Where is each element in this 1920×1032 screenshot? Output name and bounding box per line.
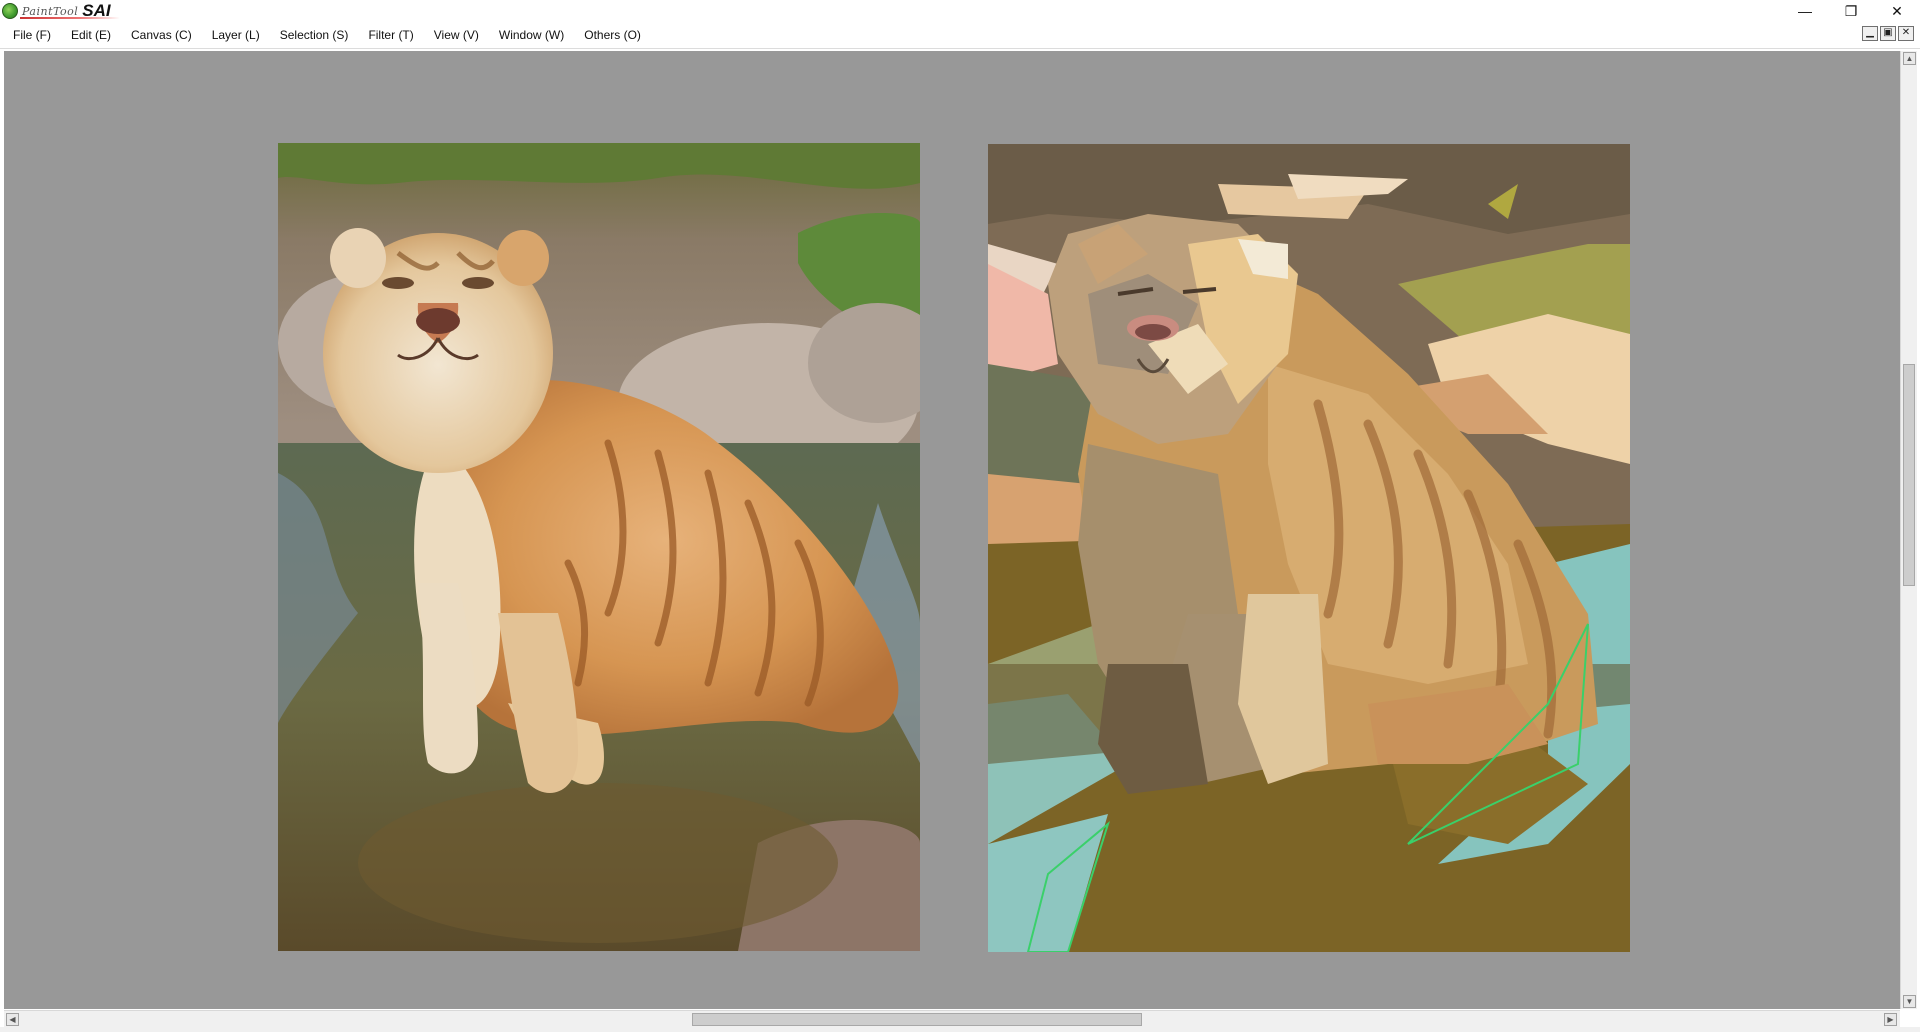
window-bottom-edge (0, 1027, 1920, 1032)
window-controls: — ❐ ✕ (1782, 0, 1920, 22)
vertical-scroll-thumb[interactable] (1903, 364, 1915, 586)
menu-view[interactable]: View (V) (424, 24, 489, 46)
tiger-photo-image (278, 143, 920, 951)
menu-selection[interactable]: Selection (S) (270, 24, 359, 46)
vertical-scrollbar[interactable]: ▲ ▼ (1900, 51, 1917, 1009)
scroll-right-arrow[interactable]: ▶ (1884, 1013, 1897, 1026)
menu-canvas[interactable]: Canvas (C) (121, 24, 202, 46)
mdi-controls: ▁ ▣ ✕ (1862, 26, 1914, 41)
scroll-down-arrow[interactable]: ▼ (1903, 995, 1916, 1008)
restore-button[interactable]: ❐ (1828, 0, 1874, 22)
reference-photo-canvas[interactable] (278, 143, 920, 951)
menu-file[interactable]: File (F) (0, 24, 61, 46)
menu-window[interactable]: Window (W) (489, 24, 574, 46)
paint-study-canvas[interactable] (988, 144, 1630, 952)
mdi-minimize-button[interactable]: ▁ (1862, 26, 1878, 41)
tiger-painting-image (988, 144, 1630, 952)
title-bar: PaintTool SAI — ❐ ✕ (0, 0, 1920, 22)
horizontal-scrollbar[interactable]: ◀ ▶ (4, 1010, 1900, 1027)
menu-filter[interactable]: Filter (T) (358, 24, 423, 46)
sai-logo-icon (2, 3, 18, 19)
minimize-button[interactable]: — (1782, 0, 1828, 22)
logo-underline (20, 17, 120, 19)
menu-edit[interactable]: Edit (E) (61, 24, 121, 46)
close-button[interactable]: ✕ (1874, 0, 1920, 22)
horizontal-scroll-thumb[interactable] (692, 1013, 1142, 1026)
menu-layer[interactable]: Layer (L) (202, 24, 270, 46)
scroll-up-arrow[interactable]: ▲ (1903, 52, 1916, 65)
mdi-close-button[interactable]: ✕ (1898, 26, 1914, 41)
app-name-small: PaintTool (22, 4, 79, 18)
scroll-left-arrow[interactable]: ◀ (6, 1013, 19, 1026)
menu-others[interactable]: Others (O) (574, 24, 651, 46)
menu-bar: File (F) Edit (E) Canvas (C) Layer (L) S… (0, 22, 1920, 49)
mdi-restore-button[interactable]: ▣ (1880, 26, 1896, 41)
